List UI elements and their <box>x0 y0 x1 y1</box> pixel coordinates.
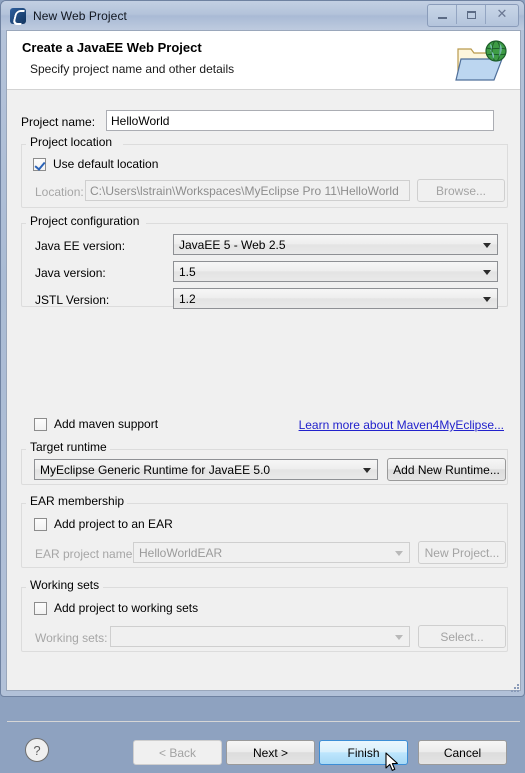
group-border-left <box>21 587 26 588</box>
location-input[interactable] <box>85 180 410 201</box>
checkbox-box-unchecked <box>34 601 47 615</box>
add-maven-support-label: Add maven support <box>54 417 159 431</box>
javaee-version-value: JavaEE 5 - Web 2.5 <box>179 238 286 252</box>
group-border-right <box>123 144 508 145</box>
next-button[interactable]: Next > <box>226 740 315 765</box>
chevron-down-icon <box>483 243 491 248</box>
group-border-left <box>21 503 26 504</box>
minimize-button[interactable] <box>428 5 457 24</box>
project-location-group-title: Project location <box>27 135 116 149</box>
working-sets-label: Working sets: <box>35 631 108 645</box>
project-name-label: Project name: <box>21 115 96 129</box>
page-title: Create a JavaEE Web Project <box>22 40 202 55</box>
close-icon: ✕ <box>496 7 508 22</box>
group-border-left <box>21 449 26 450</box>
java-version-value: 1.5 <box>179 265 196 279</box>
resize-grip[interactable] <box>509 682 521 694</box>
target-runtime-combo[interactable]: MyEclipse Generic Runtime for JavaEE 5.0 <box>34 459 378 480</box>
maximize-button[interactable] <box>457 5 486 24</box>
dialog-client-area: Create a JavaEE Web Project Specify proj… <box>6 30 521 771</box>
browse-button[interactable]: Browse... <box>417 179 505 202</box>
add-maven-support-checkbox[interactable]: Add maven support <box>34 417 158 431</box>
page-subtitle: Specify project name and other details <box>30 62 235 76</box>
working-sets-group: Working sets Add project to working sets… <box>21 578 508 652</box>
back-button[interactable]: < Back <box>133 740 222 765</box>
close-button[interactable]: ✕ <box>486 5 518 24</box>
wizard-header: Create a JavaEE Web Project Specify proj… <box>7 31 520 90</box>
ear-membership-group-title: EAR membership <box>27 494 128 508</box>
use-default-location-checkbox[interactable]: Use default location <box>33 157 158 171</box>
group-border-left <box>21 144 26 145</box>
javaee-version-combo[interactable]: JavaEE 5 - Web 2.5 <box>173 234 498 255</box>
project-configuration-group: Project configuration Java EE version: J… <box>21 214 508 309</box>
jstl-version-value: 1.2 <box>179 292 196 306</box>
group-border-right <box>146 223 508 224</box>
dialog-window: New Web Project ✕ Create a JavaEE Web Pr… <box>0 0 525 771</box>
chevron-down-icon <box>363 468 371 473</box>
myeclipse-icon <box>10 7 26 24</box>
checkbox-box-unchecked <box>34 417 47 431</box>
working-sets-combo[interactable] <box>110 626 410 647</box>
new-project-button[interactable]: New Project... <box>418 541 506 564</box>
use-default-location-label: Use default location <box>53 157 159 171</box>
minimize-icon <box>437 16 447 19</box>
project-name-input[interactable] <box>106 110 494 131</box>
checkbox-box-unchecked <box>34 517 47 531</box>
add-project-to-working-sets-checkbox[interactable]: Add project to working sets <box>34 601 198 615</box>
group-border-left <box>21 223 26 224</box>
footer-separator <box>7 721 520 722</box>
window-controls: ✕ <box>427 4 519 27</box>
checkbox-box-checked <box>33 157 46 171</box>
java-version-combo[interactable]: 1.5 <box>173 261 498 282</box>
target-runtime-group-title: Target runtime <box>27 440 110 454</box>
project-location-group: Project location Use default location Lo… <box>21 135 508 208</box>
add-project-to-ear-checkbox[interactable]: Add project to an EAR <box>34 517 173 531</box>
target-runtime-value: MyEclipse Generic Runtime for JavaEE 5.0 <box>40 463 271 477</box>
chevron-down-icon <box>483 270 491 275</box>
select-button[interactable]: Select... <box>418 625 506 648</box>
maven4myeclipse-link[interactable]: Learn more about Maven4MyEclipse... <box>299 418 504 432</box>
ear-project-name-label: EAR project name: <box>35 547 136 561</box>
location-label: Location: <box>35 185 84 199</box>
java-version-label: Java version: <box>35 266 106 280</box>
title-bar[interactable]: New Web Project ✕ <box>1 1 524 30</box>
jstl-version-combo[interactable]: 1.2 <box>173 288 498 309</box>
add-new-runtime-button[interactable]: Add New Runtime... <box>387 458 506 481</box>
maximize-icon <box>466 10 476 19</box>
add-project-to-ear-label: Add project to an EAR <box>54 517 173 531</box>
working-sets-group-title: Working sets <box>27 578 103 592</box>
finish-button[interactable]: Finish <box>319 740 408 765</box>
ear-project-name-combo[interactable]: HelloWorldEAR <box>133 542 410 563</box>
target-runtime-group: Target runtime MyEclipse Generic Runtime… <box>21 440 508 485</box>
ear-membership-group: EAR membership Add project to an EAR EAR… <box>21 494 508 568</box>
ear-project-name-value: HelloWorldEAR <box>139 546 223 560</box>
javaee-version-label: Java EE version: <box>35 239 126 253</box>
jstl-version-label: JSTL Version: <box>35 293 110 307</box>
help-button[interactable]: ? <box>25 738 49 762</box>
group-border-right <box>108 449 508 450</box>
group-border-right <box>118 503 508 504</box>
web-project-folder-globe-icon <box>455 40 507 81</box>
chevron-down-icon <box>395 635 403 640</box>
add-project-to-working-sets-label: Add project to working sets <box>54 601 199 615</box>
group-border-right <box>103 587 508 588</box>
chevron-down-icon <box>483 297 491 302</box>
project-configuration-group-title: Project configuration <box>27 214 143 228</box>
window-title: New Web Project <box>33 8 127 23</box>
chevron-down-icon <box>395 551 403 556</box>
cancel-button[interactable]: Cancel <box>418 740 507 765</box>
